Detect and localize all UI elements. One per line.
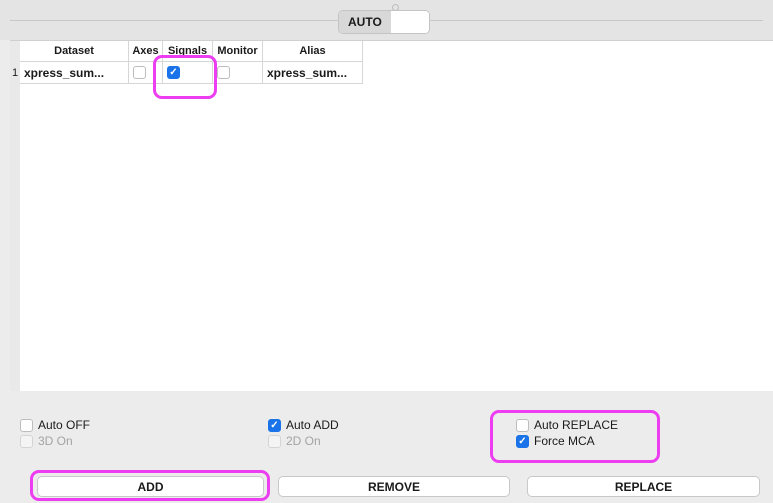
axes-cell — [129, 62, 163, 84]
replace-button[interactable]: REPLACE — [527, 476, 760, 497]
2d-on-label: 2D On — [286, 434, 321, 448]
column-header-axes[interactable]: Axes — [129, 41, 163, 61]
auto-replace-checkbox[interactable] — [516, 418, 529, 432]
top-bar: AUTO — [0, 0, 773, 40]
alias-cell[interactable]: xpress_sum... — [263, 62, 363, 84]
auto-add-label: Auto ADD — [286, 418, 339, 432]
monitor-cell — [213, 62, 263, 84]
row-number: 1 — [11, 67, 19, 79]
auto-add-option[interactable]: ✓ Auto ADD — [268, 418, 339, 432]
3d-on-label: 3D On — [38, 434, 73, 448]
signals-cell: ✓ — [163, 62, 213, 84]
2d-on-option: 2D On — [268, 434, 321, 448]
table-header: Dataset Axes Signals Monitor Alias — [20, 41, 363, 62]
column-header-dataset[interactable]: Dataset — [20, 41, 129, 61]
2d-on-checkbox — [268, 434, 281, 448]
3d-on-option: 3D On — [20, 434, 73, 448]
add-button[interactable]: ADD — [37, 476, 264, 497]
auto-off-label: Auto OFF — [38, 418, 91, 432]
force-mca-option[interactable]: ✓ Force MCA — [516, 434, 595, 448]
force-mca-label: Force MCA — [534, 434, 595, 448]
force-mca-checkbox[interactable]: ✓ — [516, 434, 529, 448]
auto-add-checkbox[interactable]: ✓ — [268, 418, 281, 432]
auto-replace-label: Auto REPLACE — [534, 418, 619, 432]
column-header-monitor[interactable]: Monitor — [213, 41, 263, 61]
signals-checkbox[interactable]: ✓ — [167, 66, 180, 79]
mode-segmented-control[interactable]: AUTO — [338, 10, 430, 34]
auto-replace-option[interactable]: Auto REPLACE — [516, 418, 618, 432]
monitor-checkbox[interactable] — [217, 66, 230, 79]
dataset-cell[interactable]: xpress_sum... — [20, 62, 129, 84]
table-row[interactable]: 1 xpress_sum... ✓ xpress_sum... — [10, 62, 363, 84]
row-header-column — [10, 41, 20, 391]
3d-on-checkbox — [20, 434, 33, 448]
auto-off-checkbox[interactable] — [20, 418, 33, 432]
dataset-table: Dataset Axes Signals Monitor Alias 1 xpr… — [10, 40, 773, 391]
mode-auto[interactable]: AUTO — [339, 11, 391, 33]
axes-checkbox[interactable] — [133, 66, 146, 79]
mode-other[interactable] — [390, 11, 429, 33]
column-header-alias[interactable]: Alias — [263, 41, 363, 61]
remove-button[interactable]: REMOVE — [278, 476, 510, 497]
column-header-signals[interactable]: Signals — [163, 41, 213, 61]
auto-off-option[interactable]: Auto OFF — [20, 418, 90, 432]
